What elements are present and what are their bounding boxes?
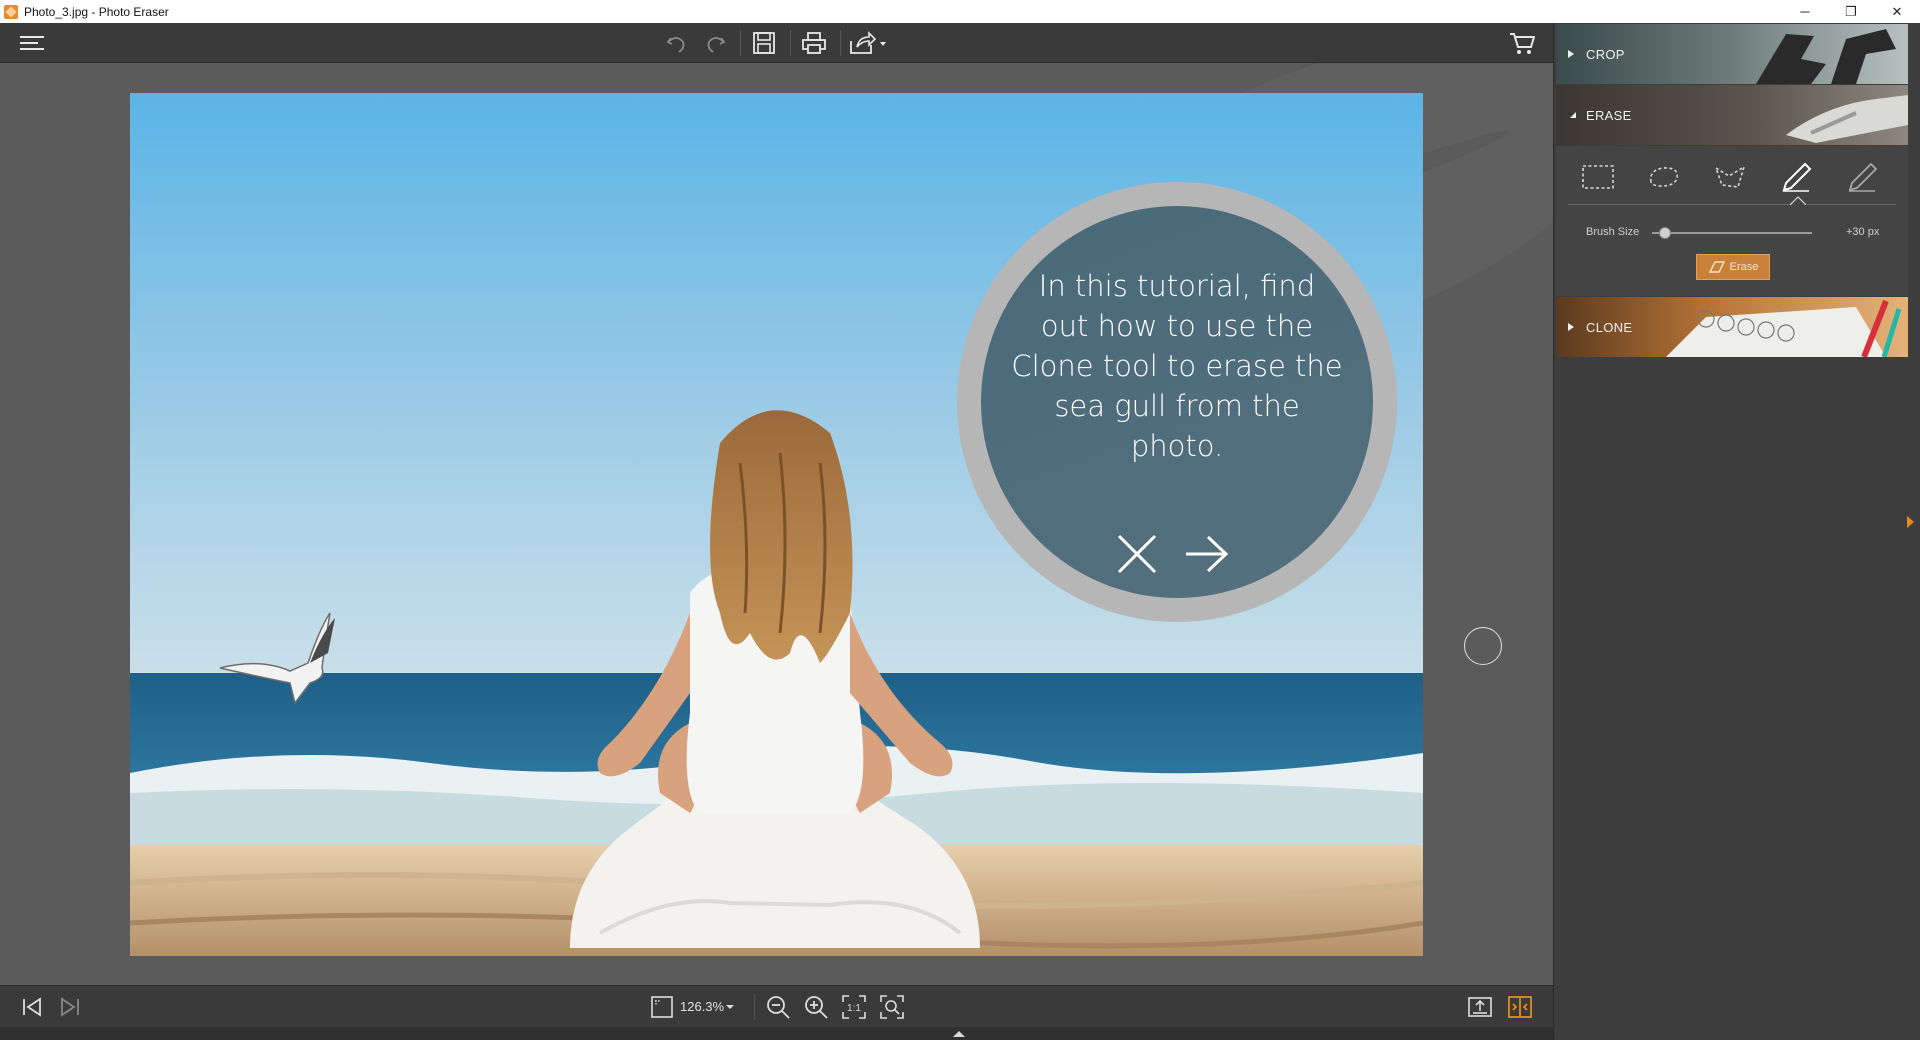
filmstrip-toggle[interactable] xyxy=(0,1027,1553,1040)
minimize-button[interactable]: ─ xyxy=(1782,0,1828,23)
close-window-button[interactable]: ✕ xyxy=(1874,0,1920,23)
share-icon[interactable] xyxy=(848,28,890,58)
brush-cursor xyxy=(1464,627,1502,665)
menu-icon[interactable] xyxy=(16,28,48,58)
section-crop[interactable]: CROP xyxy=(1556,24,1908,84)
erase-options: Brush Size +30 px Erase xyxy=(1556,146,1908,296)
brush-size-label: Brush Size xyxy=(1586,226,1640,238)
erase-button[interactable]: Erase xyxy=(1696,254,1770,280)
lasso-icon[interactable] xyxy=(1642,158,1686,196)
zoom-in-icon[interactable] xyxy=(800,992,832,1022)
erase-button-label: Erase xyxy=(1729,261,1759,273)
chevron-up-icon[interactable] xyxy=(953,1031,965,1037)
brush-size-value: +30 px xyxy=(1846,226,1880,238)
image-canvas[interactable]: In this tutorial, find out how to use th… xyxy=(0,63,1553,985)
zoom-preset-icon[interactable] xyxy=(646,992,678,1022)
section-clone-label: CLONE xyxy=(1586,319,1633,335)
fit-window-icon[interactable] xyxy=(876,992,908,1022)
section-crop-label: CROP xyxy=(1586,46,1625,62)
zoom-level[interactable]: 126.3% xyxy=(680,999,724,1014)
last-image-icon[interactable] xyxy=(54,992,86,1022)
window-title-bar: Photo_3.jpg - Photo Eraser ─ ❐ ✕ xyxy=(0,0,1920,23)
compare-icon[interactable] xyxy=(1504,992,1536,1022)
export-icon[interactable] xyxy=(1464,992,1496,1022)
panel-collapse-icon[interactable] xyxy=(1907,516,1914,528)
brush-size-slider[interactable] xyxy=(1652,227,1812,239)
section-clone[interactable]: CLONE xyxy=(1556,297,1908,357)
svg-text:1:1: 1:1 xyxy=(847,1003,861,1014)
first-image-icon[interactable] xyxy=(16,992,48,1022)
eraser-brush-icon[interactable] xyxy=(1840,158,1884,196)
top-toolbar xyxy=(0,23,1553,63)
app-logo-icon xyxy=(4,4,18,19)
tutorial-bubble: In this tutorial, find out how to use th… xyxy=(957,182,1397,622)
zoom-dropdown-icon[interactable] xyxy=(722,992,738,1022)
zoom-out-icon[interactable] xyxy=(762,992,794,1022)
bottom-toolbar: 126.3% 1:1 xyxy=(0,985,1553,1027)
print-icon[interactable] xyxy=(798,28,830,58)
redo-icon[interactable] xyxy=(700,28,732,58)
arrow-right-icon[interactable] xyxy=(1181,528,1233,580)
cart-icon[interactable] xyxy=(1506,28,1538,58)
eraser-icon xyxy=(1708,261,1725,273)
brush-size-handle[interactable] xyxy=(1658,227,1671,239)
save-icon[interactable] xyxy=(748,28,780,58)
close-icon[interactable] xyxy=(1111,528,1163,580)
tutorial-text: In this tutorial, find out how to use th… xyxy=(1011,269,1343,463)
brush-icon[interactable] xyxy=(1774,158,1818,196)
restore-button[interactable]: ❐ xyxy=(1828,0,1874,23)
actual-size-icon[interactable]: 1:1 xyxy=(838,992,870,1022)
tools-panel: CROP ERASE Brush Size +30 px Erase CLONE xyxy=(1553,23,1920,1040)
section-erase[interactable]: ERASE xyxy=(1556,85,1908,145)
section-erase-label: ERASE xyxy=(1586,107,1632,123)
undo-icon[interactable] xyxy=(660,28,692,58)
rectangle-select-icon[interactable] xyxy=(1576,158,1620,196)
polygon-lasso-icon[interactable] xyxy=(1708,158,1752,196)
window-title: Photo_3.jpg - Photo Eraser xyxy=(24,4,169,19)
